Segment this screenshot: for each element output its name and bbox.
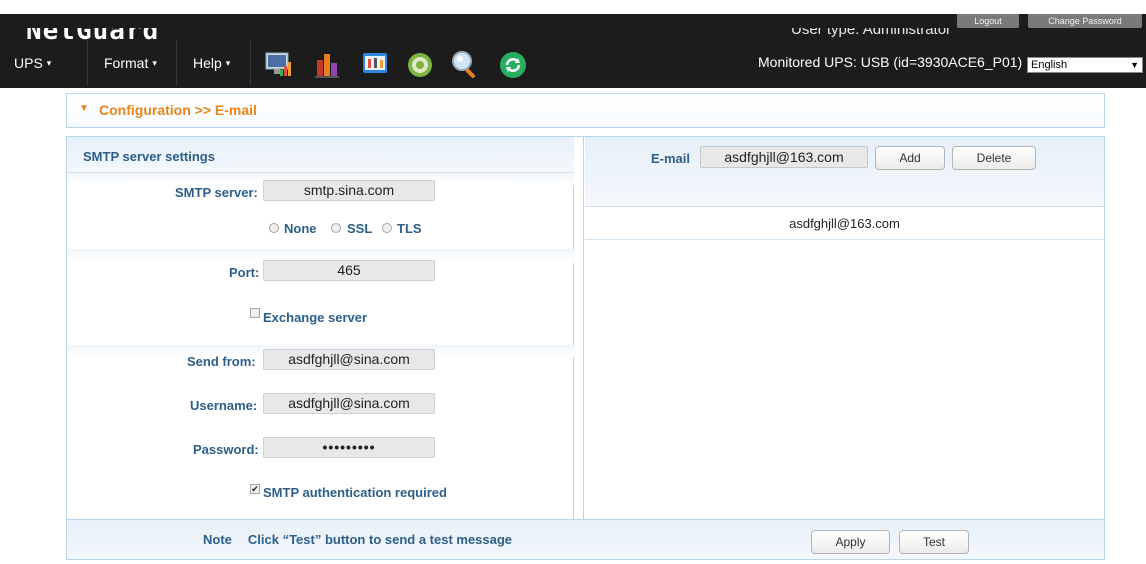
radio-ssl[interactable]: [331, 223, 341, 233]
send-from-label: Send from:: [187, 354, 256, 369]
username-input[interactable]: asdfghjll@sina.com: [263, 393, 435, 414]
smtp-server-label: SMTP server:: [175, 185, 258, 200]
exchange-server-label: Exchange server: [263, 310, 368, 325]
smtp-auth-label: SMTP authentication required: [263, 485, 447, 500]
smtp-auth-checkbox[interactable]: ✔: [250, 484, 260, 494]
settings-gear-icon[interactable]: [405, 50, 435, 80]
smtp-settings-column: SMTP server settings SMTP server: smtp.s…: [67, 137, 574, 519]
column-divider: [576, 137, 584, 519]
email-config-panel: SMTP server settings SMTP server: smtp.s…: [66, 136, 1105, 560]
radio-none-label: None: [284, 221, 317, 236]
delete-button[interactable]: Delete: [952, 146, 1036, 170]
send-from-input[interactable]: asdfghjll@sina.com: [263, 349, 435, 370]
add-button[interactable]: Add: [875, 146, 945, 170]
radio-tls-label: TLS: [397, 221, 422, 236]
section-title: SMTP server settings: [83, 149, 215, 164]
chevron-down-icon: ▼: [1130, 60, 1139, 70]
section-header: SMTP server settings: [67, 137, 574, 173]
language-select[interactable]: English ▼: [1027, 57, 1143, 73]
username-label: Username:: [190, 398, 258, 413]
config-tools-icon[interactable]: [361, 50, 391, 80]
port-label: Port:: [229, 265, 260, 280]
footer-bar: Note Click “Test” button to send a test m…: [67, 519, 1104, 559]
menu-divider: [250, 40, 251, 86]
email-input[interactable]: asdfghjll@163.com: [700, 146, 868, 168]
radio-ssl-label: SSL: [347, 221, 373, 236]
change-password-button[interactable]: Change Password: [1028, 14, 1142, 28]
email-label: E-mail: [651, 151, 691, 166]
refresh-icon[interactable]: [498, 50, 528, 80]
monitored-ups: Monitored UPS: USB (id=3930ACE6_P01): [758, 54, 1023, 70]
email-list-item[interactable]: asdfghjll@163.com: [585, 207, 1104, 240]
bar-chart-icon[interactable]: [313, 50, 343, 80]
user-type: User type: Administrator: [791, 28, 952, 38]
password-input[interactable]: •••••••••: [263, 437, 435, 458]
menu-divider: [176, 40, 177, 86]
radio-tls[interactable]: [382, 223, 392, 233]
search-magnifier-icon[interactable]: [450, 50, 480, 80]
menu-format[interactable]: Format ▾: [104, 40, 157, 86]
test-button[interactable]: Test: [899, 530, 969, 554]
chevron-down-icon: ▼: [79, 103, 89, 114]
logout-button[interactable]: Logout: [957, 14, 1019, 28]
email-recipients-column: E-mail asdfghjll@163.com Add Delete asdf…: [585, 137, 1104, 519]
breadcrumb: ▼ Configuration >> E-mail: [66, 93, 1105, 128]
menu-ups[interactable]: UPS ▾: [14, 40, 51, 86]
password-label: Password:: [193, 442, 259, 457]
note-text: Note Click “Test” button to send a test m…: [203, 532, 513, 547]
monitor-chart-icon[interactable]: [264, 50, 294, 80]
port-input[interactable]: 465: [263, 260, 435, 281]
smtp-server-input[interactable]: smtp.sina.com: [263, 180, 435, 201]
menu-help[interactable]: Help ▾: [193, 40, 230, 86]
apply-button[interactable]: Apply: [811, 530, 890, 554]
menu-divider: [87, 40, 88, 86]
exchange-server-checkbox[interactable]: [250, 308, 260, 318]
email-header: E-mail asdfghjll@163.com Add Delete: [585, 137, 1104, 207]
radio-none[interactable]: [269, 223, 279, 233]
